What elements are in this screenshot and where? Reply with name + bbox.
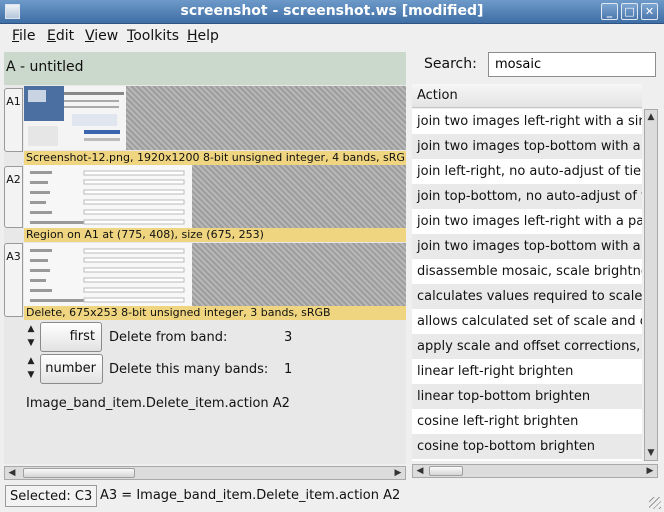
list-item[interactable]: join two images top-bottom with a pair o… <box>412 234 642 259</box>
caption-a1: Screenshot-12.png, 1920x1200 8-bit unsig… <box>24 151 406 165</box>
close-button[interactable]: ✕ <box>641 3 658 20</box>
row-tab-a1[interactable]: A1 <box>4 88 23 152</box>
search-input[interactable] <box>488 52 656 77</box>
delete-count-value: 1 <box>284 362 293 377</box>
spin-up-icon[interactable]: ▲ <box>24 354 38 368</box>
spin-control-first[interactable]: ▲ ▼ <box>24 322 38 352</box>
list-item[interactable]: allows calculated set of scale and offse… <box>412 309 642 334</box>
delete-thumbnail-image <box>24 243 192 306</box>
menu-view[interactable]: View <box>85 28 118 44</box>
spin-down-icon[interactable]: ▼ <box>24 336 38 350</box>
action-list-vscrollbar[interactable]: ▲ ▼ <box>644 109 658 461</box>
thumbnail-a2[interactable] <box>24 165 406 228</box>
scroll-right-icon[interactable]: ▶ <box>391 467 405 479</box>
menu-edit[interactable]: Edit <box>47 28 74 44</box>
spin-up-icon[interactable]: ▲ <box>24 322 38 336</box>
caption-a2: Region on A1 at (775, 408), size (675, 2… <box>24 228 406 242</box>
list-item[interactable]: apply scale and offset corrections, as c… <box>412 334 642 359</box>
menu-file[interactable]: File <box>12 28 35 44</box>
control-row-number: ▲ ▼ number Delete this many bands: 1 <box>24 354 404 384</box>
caption-a3: Delete, 675x253 8-bit unsigned integer, … <box>24 306 406 320</box>
list-item[interactable]: join left-right, no auto-adjust of tie p… <box>412 159 642 184</box>
list-item[interactable]: linear top-bottom brighten <box>412 384 642 409</box>
list-item[interactable]: join two images left-right with a pair o… <box>412 209 642 234</box>
row-tab-a2[interactable]: A2 <box>4 166 23 228</box>
menu-help[interactable]: Help <box>187 28 219 44</box>
thumbnail-a3[interactable] <box>24 243 406 306</box>
list-item[interactable]: join two images top-bottom with a single… <box>412 134 642 159</box>
resize-grip-icon[interactable] <box>649 497 661 509</box>
selected-indicator: Selected: C3 <box>5 485 98 507</box>
action-list[interactable]: join two images left-right with a single… <box>412 109 642 461</box>
action-column-header[interactable]: Action <box>412 84 642 108</box>
status-bar: Selected: C3 A3 = Image_band_item.Delete… <box>0 483 664 512</box>
workspace-pane[interactable]: A - untitled A1 Screenshot-12.png, 1920x… <box>4 52 406 480</box>
scroll-left-icon[interactable]: ◀ <box>5 467 19 479</box>
list-item[interactable]: cosine left-right brighten <box>412 409 642 434</box>
minimize-button[interactable]: _ <box>601 3 618 20</box>
first-button[interactable]: first <box>40 322 102 352</box>
thumbnail-a1[interactable] <box>24 86 406 150</box>
list-item[interactable]: calculates values required to scale and … <box>412 284 642 309</box>
workspace-header[interactable]: A - untitled <box>4 52 406 85</box>
list-item[interactable]: join two images left-right with a single… <box>412 109 642 134</box>
scroll-thumb[interactable] <box>23 468 135 478</box>
list-item[interactable]: disassemble mosaic, scale brightness and… <box>412 259 642 284</box>
maximize-button[interactable]: □ <box>621 3 638 20</box>
search-label: Search: <box>424 56 477 72</box>
scroll-down-icon[interactable]: ▼ <box>645 446 657 460</box>
delete-from-band-label: Delete from band: <box>109 330 228 345</box>
window-titlebar: screenshot - screenshot.ws [modified] _ … <box>0 0 664 24</box>
menubar: File Edit View Toolkits Help <box>0 25 664 48</box>
menu-toolkits[interactable]: Toolkits <box>127 28 179 44</box>
selected-expression: A3 = Image_band_item.Delete_item.action … <box>100 488 401 503</box>
screenshot-thumbnail-image <box>24 86 126 150</box>
toolkit-browser: Search: Action join two images left-righ… <box>410 52 662 482</box>
workspace-hscrollbar[interactable]: ◀ ▶ <box>4 466 406 480</box>
scroll-up-icon[interactable]: ▲ <box>645 110 657 124</box>
scroll-right-icon[interactable]: ▶ <box>643 465 657 477</box>
list-item[interactable]: linear left-right brighten <box>412 359 642 384</box>
scroll-left-icon[interactable]: ◀ <box>413 465 427 477</box>
region-thumbnail-image <box>24 165 192 228</box>
scroll-thumb[interactable] <box>429 466 463 476</box>
list-item[interactable]: join top-bottom, no auto-adjust of tie p… <box>412 184 642 209</box>
action-expression: Image_band_item.Delete_item.action A2 <box>26 396 290 411</box>
delete-from-band-value: 3 <box>284 330 293 345</box>
spin-down-icon[interactable]: ▼ <box>24 368 38 382</box>
action-list-hscrollbar[interactable]: ◀ ▶ <box>412 464 658 478</box>
workspace-title: A - untitled <box>6 59 84 75</box>
delete-count-label: Delete this many bands: <box>109 362 269 377</box>
row-tab-a3[interactable]: A3 <box>4 243 23 317</box>
number-button[interactable]: number <box>40 354 103 384</box>
spin-control-number[interactable]: ▲ ▼ <box>24 354 38 384</box>
control-row-first: ▲ ▼ first Delete from band: 3 <box>24 322 404 352</box>
window-title: screenshot - screenshot.ws [modified] <box>180 3 484 19</box>
list-item[interactable]: cosine top-bottom brighten <box>412 434 642 459</box>
